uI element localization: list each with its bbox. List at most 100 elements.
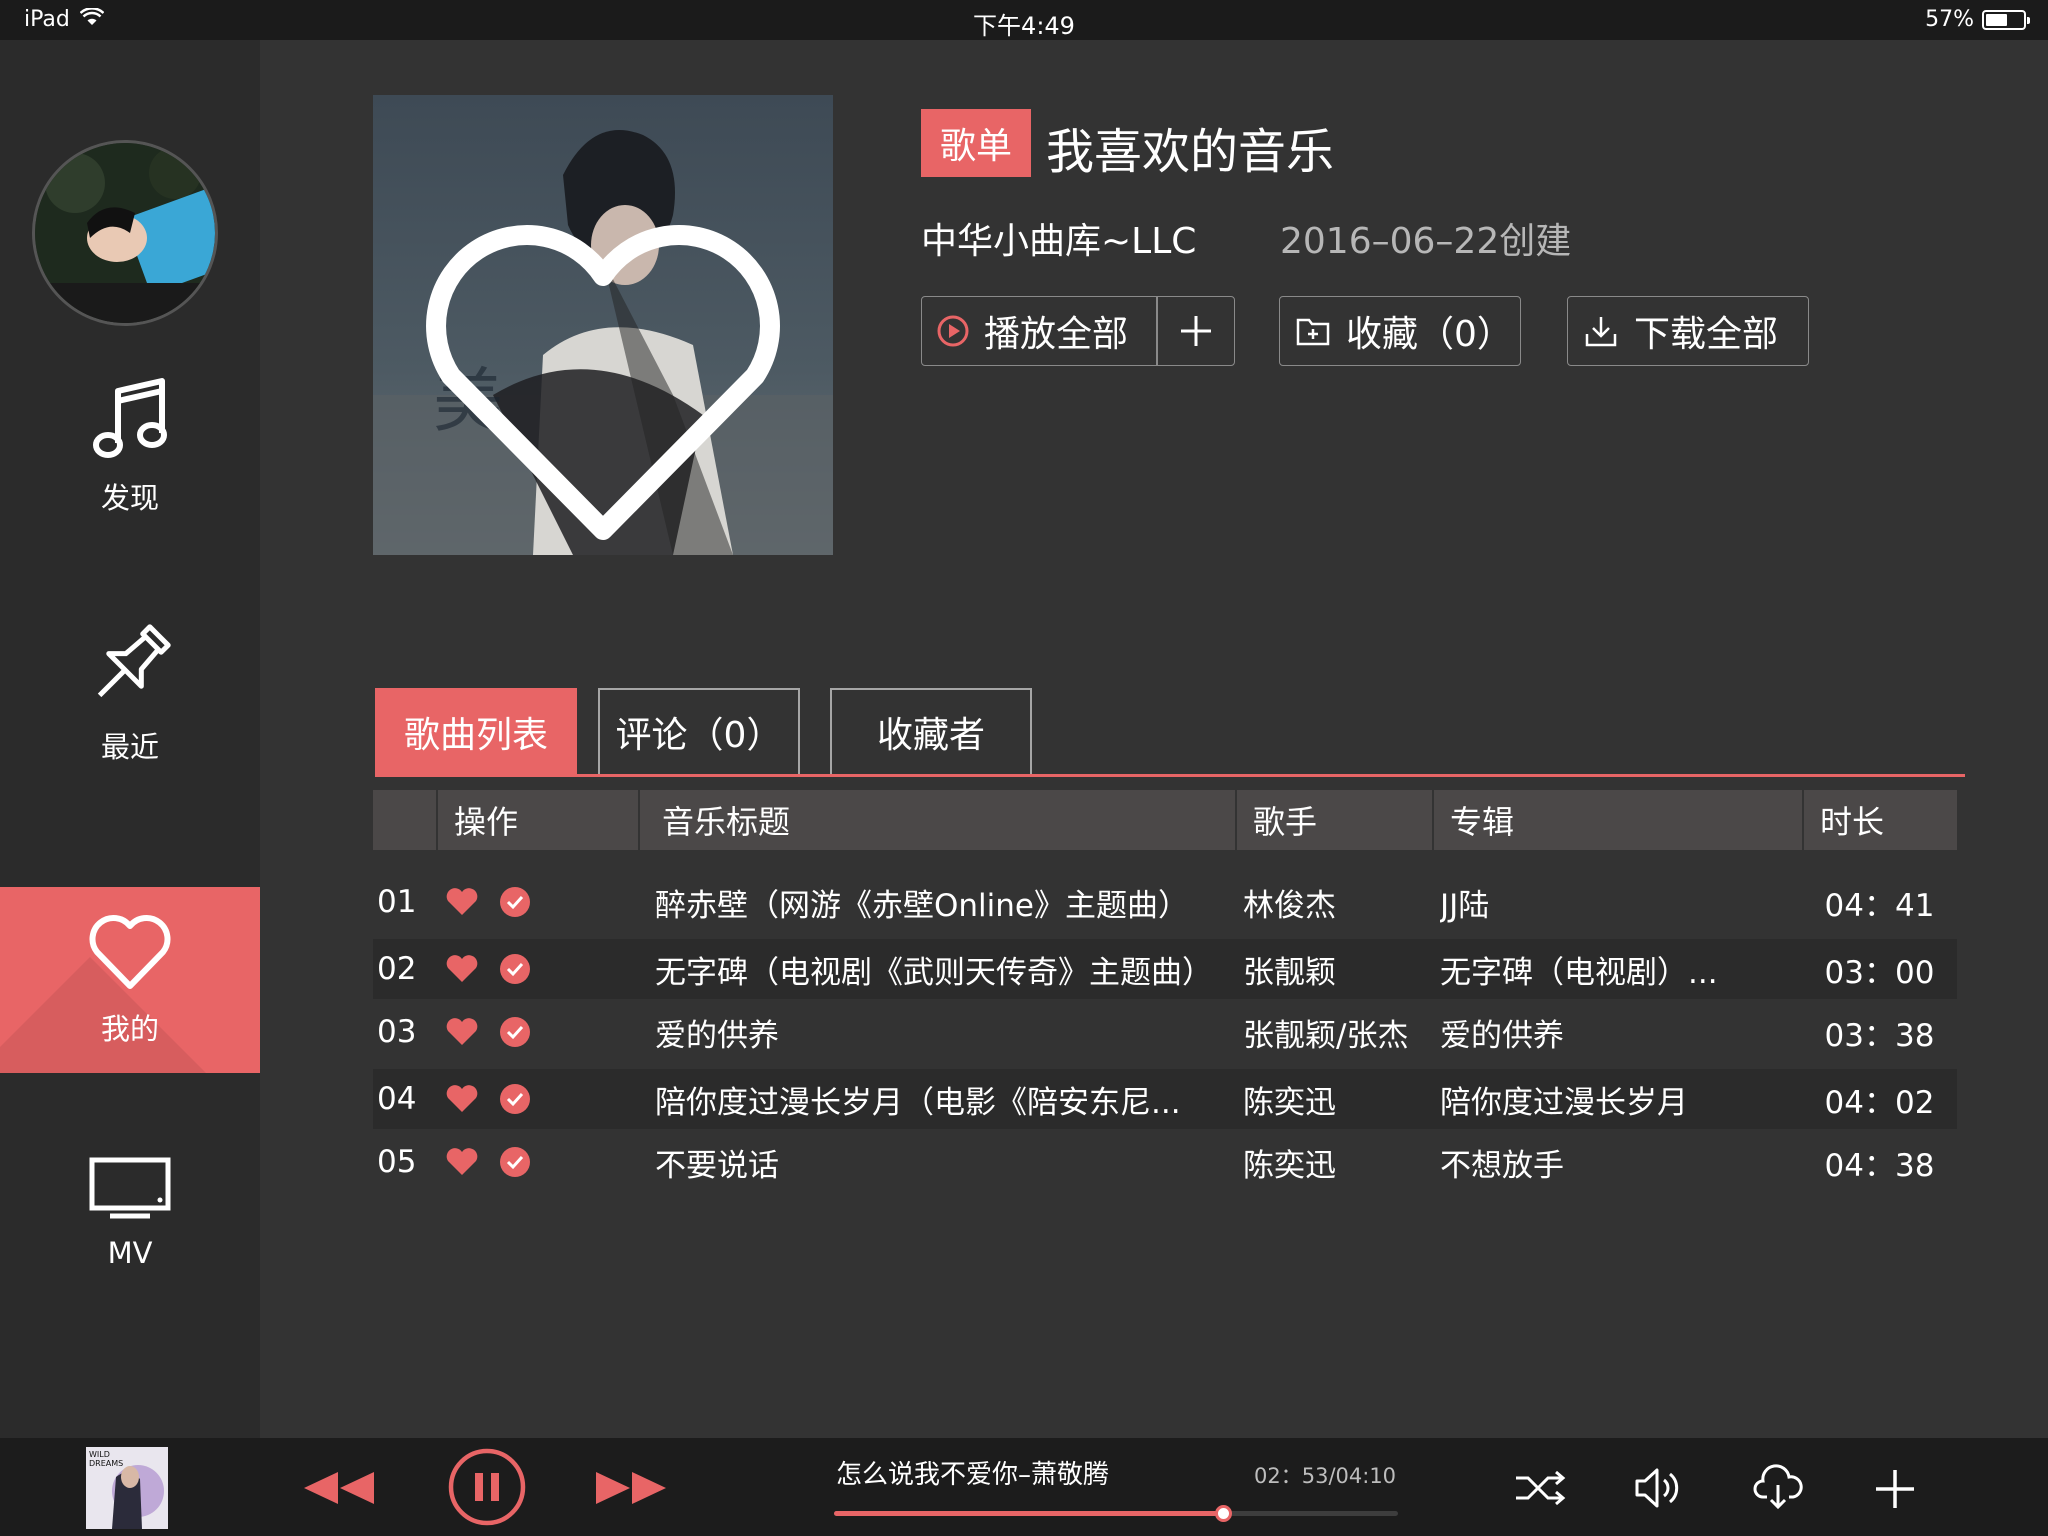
row-artist: 张靓颖/张杰 <box>1243 1017 1409 1054</box>
download-icon <box>1584 314 1618 348</box>
fast-forward-icon <box>596 1472 666 1504</box>
now-playing-time: 02：53/04:10 <box>1254 1464 1397 1488</box>
sidebar: 发现 最近 我的 MV <box>0 40 260 1438</box>
row-artist: 陈奕迅 <box>1243 1147 1336 1184</box>
pause-icon <box>448 1448 526 1526</box>
download-all-label: 下载全部 <box>1634 314 1779 355</box>
heart-filled-icon[interactable] <box>445 954 479 984</box>
user-avatar[interactable] <box>32 140 218 326</box>
row-album: 陪你度过漫长岁月 <box>1440 1084 1688 1121</box>
nav-discover[interactable]: 发现 <box>0 353 260 539</box>
now-playing-cover[interactable]: WILD DREAMS <box>86 1447 168 1529</box>
check-circle-icon[interactable] <box>499 1083 531 1115</box>
previous-button[interactable] <box>298 1460 378 1516</box>
heart-filled-icon[interactable] <box>445 887 479 917</box>
main-content: 美 歌单 我喜欢的音乐 中华小曲库~LLC 2016–06–22创建 播放全部 … <box>260 40 2048 1438</box>
row-duration: 04：38 <box>1824 1147 1935 1184</box>
table-row[interactable]: 02 无字碑（电视剧《武则天传奇》主题曲） 张靓颖 无字碑（电视剧）... 03：00 <box>373 939 1957 999</box>
nav-mine-label: 我的 <box>100 1012 159 1046</box>
rewind-icon <box>304 1472 374 1504</box>
table-row[interactable]: 05 不要说话 陈奕迅 不想放手 04：38 <box>373 1132 1957 1192</box>
row-duration: 03：00 <box>1824 954 1935 991</box>
row-number: 03 <box>377 1014 417 1050</box>
cloud-download-icon <box>1753 1464 1803 1510</box>
row-number: 01 <box>377 884 417 920</box>
svg-text:DREAMS: DREAMS <box>89 1459 123 1468</box>
header-duration[interactable]: 时长 <box>1802 790 1957 850</box>
status-bar: iPad 下午4:49 57% <box>0 0 2048 40</box>
header-action: 操作 <box>436 790 638 850</box>
nav-recent[interactable]: 最近 <box>0 600 260 786</box>
pin-icon <box>97 624 171 698</box>
tv-icon <box>89 1157 171 1219</box>
favorite-label: 收藏（0） <box>1346 314 1513 355</box>
row-actions <box>445 939 555 999</box>
add-button[interactable] <box>1872 1466 1918 1512</box>
row-artist: 张靓颖 <box>1243 954 1336 991</box>
nav-mv[interactable]: MV <box>0 1120 260 1306</box>
row-title: 陪你度过漫长岁月（电影《陪安东尼... <box>655 1084 1181 1121</box>
next-button[interactable] <box>592 1460 672 1516</box>
download-all-button[interactable]: 下载全部 <box>1567 296 1809 366</box>
row-duration: 03：38 <box>1824 1017 1935 1054</box>
heart-filled-icon[interactable] <box>445 1147 479 1177</box>
play-all-button-group: 播放全部 <box>921 296 1235 366</box>
heart-filled-icon[interactable] <box>445 1017 479 1047</box>
check-circle-icon[interactable] <box>499 953 531 985</box>
tab-song-list-label: 歌曲列表 <box>403 715 548 756</box>
mini-cover-text: WILD <box>89 1450 110 1459</box>
check-circle-icon[interactable] <box>499 1016 531 1048</box>
folder-add-icon <box>1296 316 1330 346</box>
shuffle-button[interactable] <box>1512 1466 1568 1510</box>
row-title: 不要说话 <box>655 1147 779 1184</box>
nav-mine[interactable]: 我的 <box>0 887 260 1073</box>
row-artist: 陈奕迅 <box>1243 1084 1336 1121</box>
favorite-button[interactable]: 收藏（0） <box>1279 296 1521 366</box>
tab-subscribers[interactable]: 收藏者 <box>830 688 1032 776</box>
playlist-created-date: 2016–06–22创建 <box>1280 221 1572 262</box>
playlist-cover: 美 <box>373 95 833 555</box>
volume-button[interactable] <box>1632 1464 1684 1512</box>
heart-outline-icon <box>89 915 171 989</box>
play-all-button[interactable]: 播放全部 <box>922 297 1156 365</box>
row-number: 05 <box>377 1144 417 1180</box>
header-album[interactable]: 专辑 <box>1432 790 1802 850</box>
playlist-creator[interactable]: 中华小曲库~LLC <box>921 212 1196 264</box>
row-actions <box>445 1069 555 1129</box>
row-album: 不想放手 <box>1440 1147 1564 1184</box>
header-title[interactable]: 音乐标题 <box>638 790 1235 850</box>
nav-recent-label: 最近 <box>100 730 159 764</box>
row-artist: 林俊杰 <box>1243 887 1336 924</box>
tab-comments-label: 评论（0） <box>615 715 783 756</box>
progress-bar[interactable] <box>834 1505 1398 1522</box>
tab-comments[interactable]: 评论（0） <box>598 688 800 776</box>
table-header: 操作 音乐标题 歌手 专辑 时长 <box>373 790 1957 850</box>
battery-percent: 57% <box>1925 7 1974 32</box>
add-to-queue-button[interactable] <box>1158 297 1235 365</box>
row-album: 爱的供养 <box>1440 1017 1564 1054</box>
playlist-tag: 歌单 <box>921 109 1031 177</box>
progress-knob[interactable] <box>1215 1505 1233 1522</box>
player-bar: WILD DREAMS 怎么说我不爱你–萧敬腾 02：53/04:10 <box>0 1438 2048 1536</box>
table-row[interactable]: 04 陪你度过漫长岁月（电影《陪安东尼... 陈奕迅 陪你度过漫长岁月 04：02 <box>373 1069 1957 1129</box>
volume-icon <box>1635 1468 1679 1508</box>
check-circle-icon[interactable] <box>499 1146 531 1178</box>
row-title: 醉赤壁（网游《赤壁Online》主题曲） <box>655 887 1189 924</box>
table-row[interactable]: 03 爱的供养 张靓颖/张杰 爱的供养 03：38 <box>373 1002 1957 1062</box>
tab-subscribers-label: 收藏者 <box>876 715 985 756</box>
play-all-label: 播放全部 <box>984 314 1129 355</box>
play-circle-icon <box>936 314 970 348</box>
table-row[interactable]: 01 醉赤壁（网游《赤壁Online》主题曲） 林俊杰 JJ陆 04：41 <box>373 872 1957 932</box>
pause-button[interactable] <box>447 1447 527 1527</box>
row-actions <box>445 1132 555 1192</box>
status-time: 下午4:49 <box>973 12 1075 40</box>
row-duration: 04：02 <box>1824 1084 1935 1121</box>
heart-filled-icon[interactable] <box>445 1084 479 1114</box>
battery-icon <box>1982 9 2030 30</box>
check-circle-icon[interactable] <box>499 886 531 918</box>
cloud-download-button[interactable] <box>1752 1462 1804 1512</box>
tab-song-list[interactable]: 歌曲列表 <box>375 688 577 776</box>
header-artist[interactable]: 歌手 <box>1235 790 1432 850</box>
plus-icon <box>1180 316 1211 346</box>
row-duration: 04：41 <box>1824 887 1935 924</box>
